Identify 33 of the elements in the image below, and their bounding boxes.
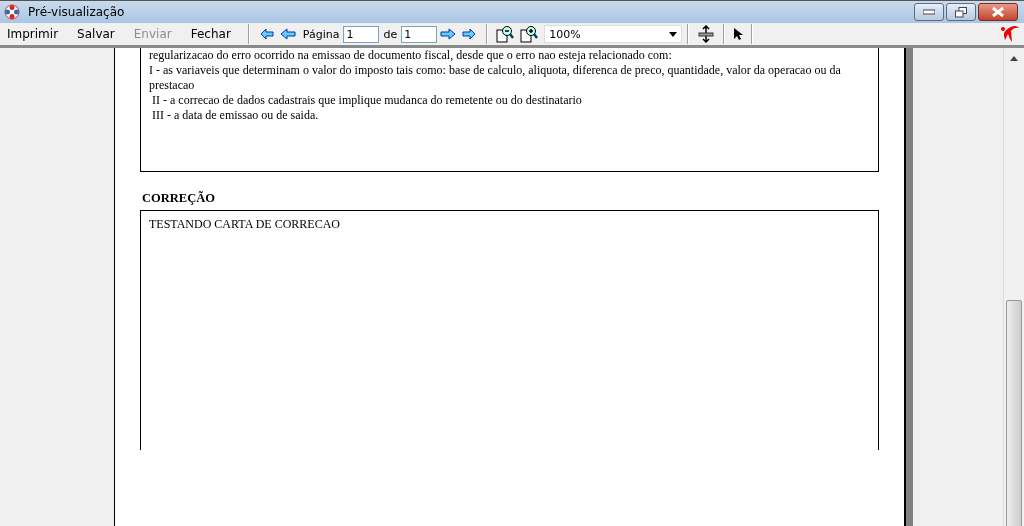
toolbar-menu-item[interactable]: Salvar bbox=[70, 27, 122, 41]
minimize-button[interactable] bbox=[914, 3, 944, 21]
restore-button[interactable] bbox=[946, 3, 976, 21]
page-field[interactable]: 1 bbox=[343, 25, 380, 43]
minimize-icon bbox=[923, 9, 935, 15]
document-text: I - as variaveis que determinam o valor do imposto tais como: base de calculo, aliquota, diferenca de preco, quantidade, valor da operacao ou da prestacao bbox=[149, 63, 842, 93]
scrollbar-thumb[interactable] bbox=[1006, 300, 1022, 526]
zoom-out-icon[interactable] bbox=[496, 25, 515, 43]
dropdown-arrow-icon bbox=[669, 31, 678, 37]
previous-page-icon[interactable] bbox=[279, 28, 296, 40]
section-heading: CORREÇÃO bbox=[142, 191, 216, 206]
zoom-dropdown[interactable]: 100% bbox=[544, 25, 683, 43]
of-label: de bbox=[383, 27, 398, 41]
restore-icon bbox=[955, 6, 967, 18]
zoom-in-icon[interactable] bbox=[520, 25, 539, 43]
toolbar-menu-item[interactable]: Fechar bbox=[183, 27, 238, 41]
pointer-icon[interactable] bbox=[733, 27, 744, 41]
document-text: III - a data de emissao ou de saida. bbox=[151, 108, 320, 123]
window-title: Pré-visualização bbox=[28, 5, 125, 19]
vertical-scrollbar[interactable] bbox=[1003, 48, 1024, 526]
document-text: II - a correcao de dados cadastrais que implique mudanca do remetente ou do destinatario bbox=[151, 93, 583, 108]
close-button[interactable] bbox=[978, 3, 1018, 21]
scroll-up-icon[interactable] bbox=[1010, 56, 1018, 61]
correction-text: TESTANDO CARTA DE CORRECAO bbox=[149, 217, 342, 232]
next-page-icon[interactable] bbox=[440, 28, 457, 40]
toolbar-menu-item[interactable]: Imprimir bbox=[0, 27, 66, 41]
document-text: regularizacao do erro ocorrido na emissao de documento fiscal, desde que o erro nao esteja relacionado com: bbox=[149, 48, 673, 63]
app-icon bbox=[4, 4, 20, 20]
close-icon bbox=[992, 7, 1004, 17]
logo-icon bbox=[1000, 24, 1020, 44]
page-label: Página bbox=[302, 27, 340, 41]
page-count-field[interactable]: 1 bbox=[401, 25, 438, 43]
move-icon[interactable] bbox=[697, 25, 716, 43]
